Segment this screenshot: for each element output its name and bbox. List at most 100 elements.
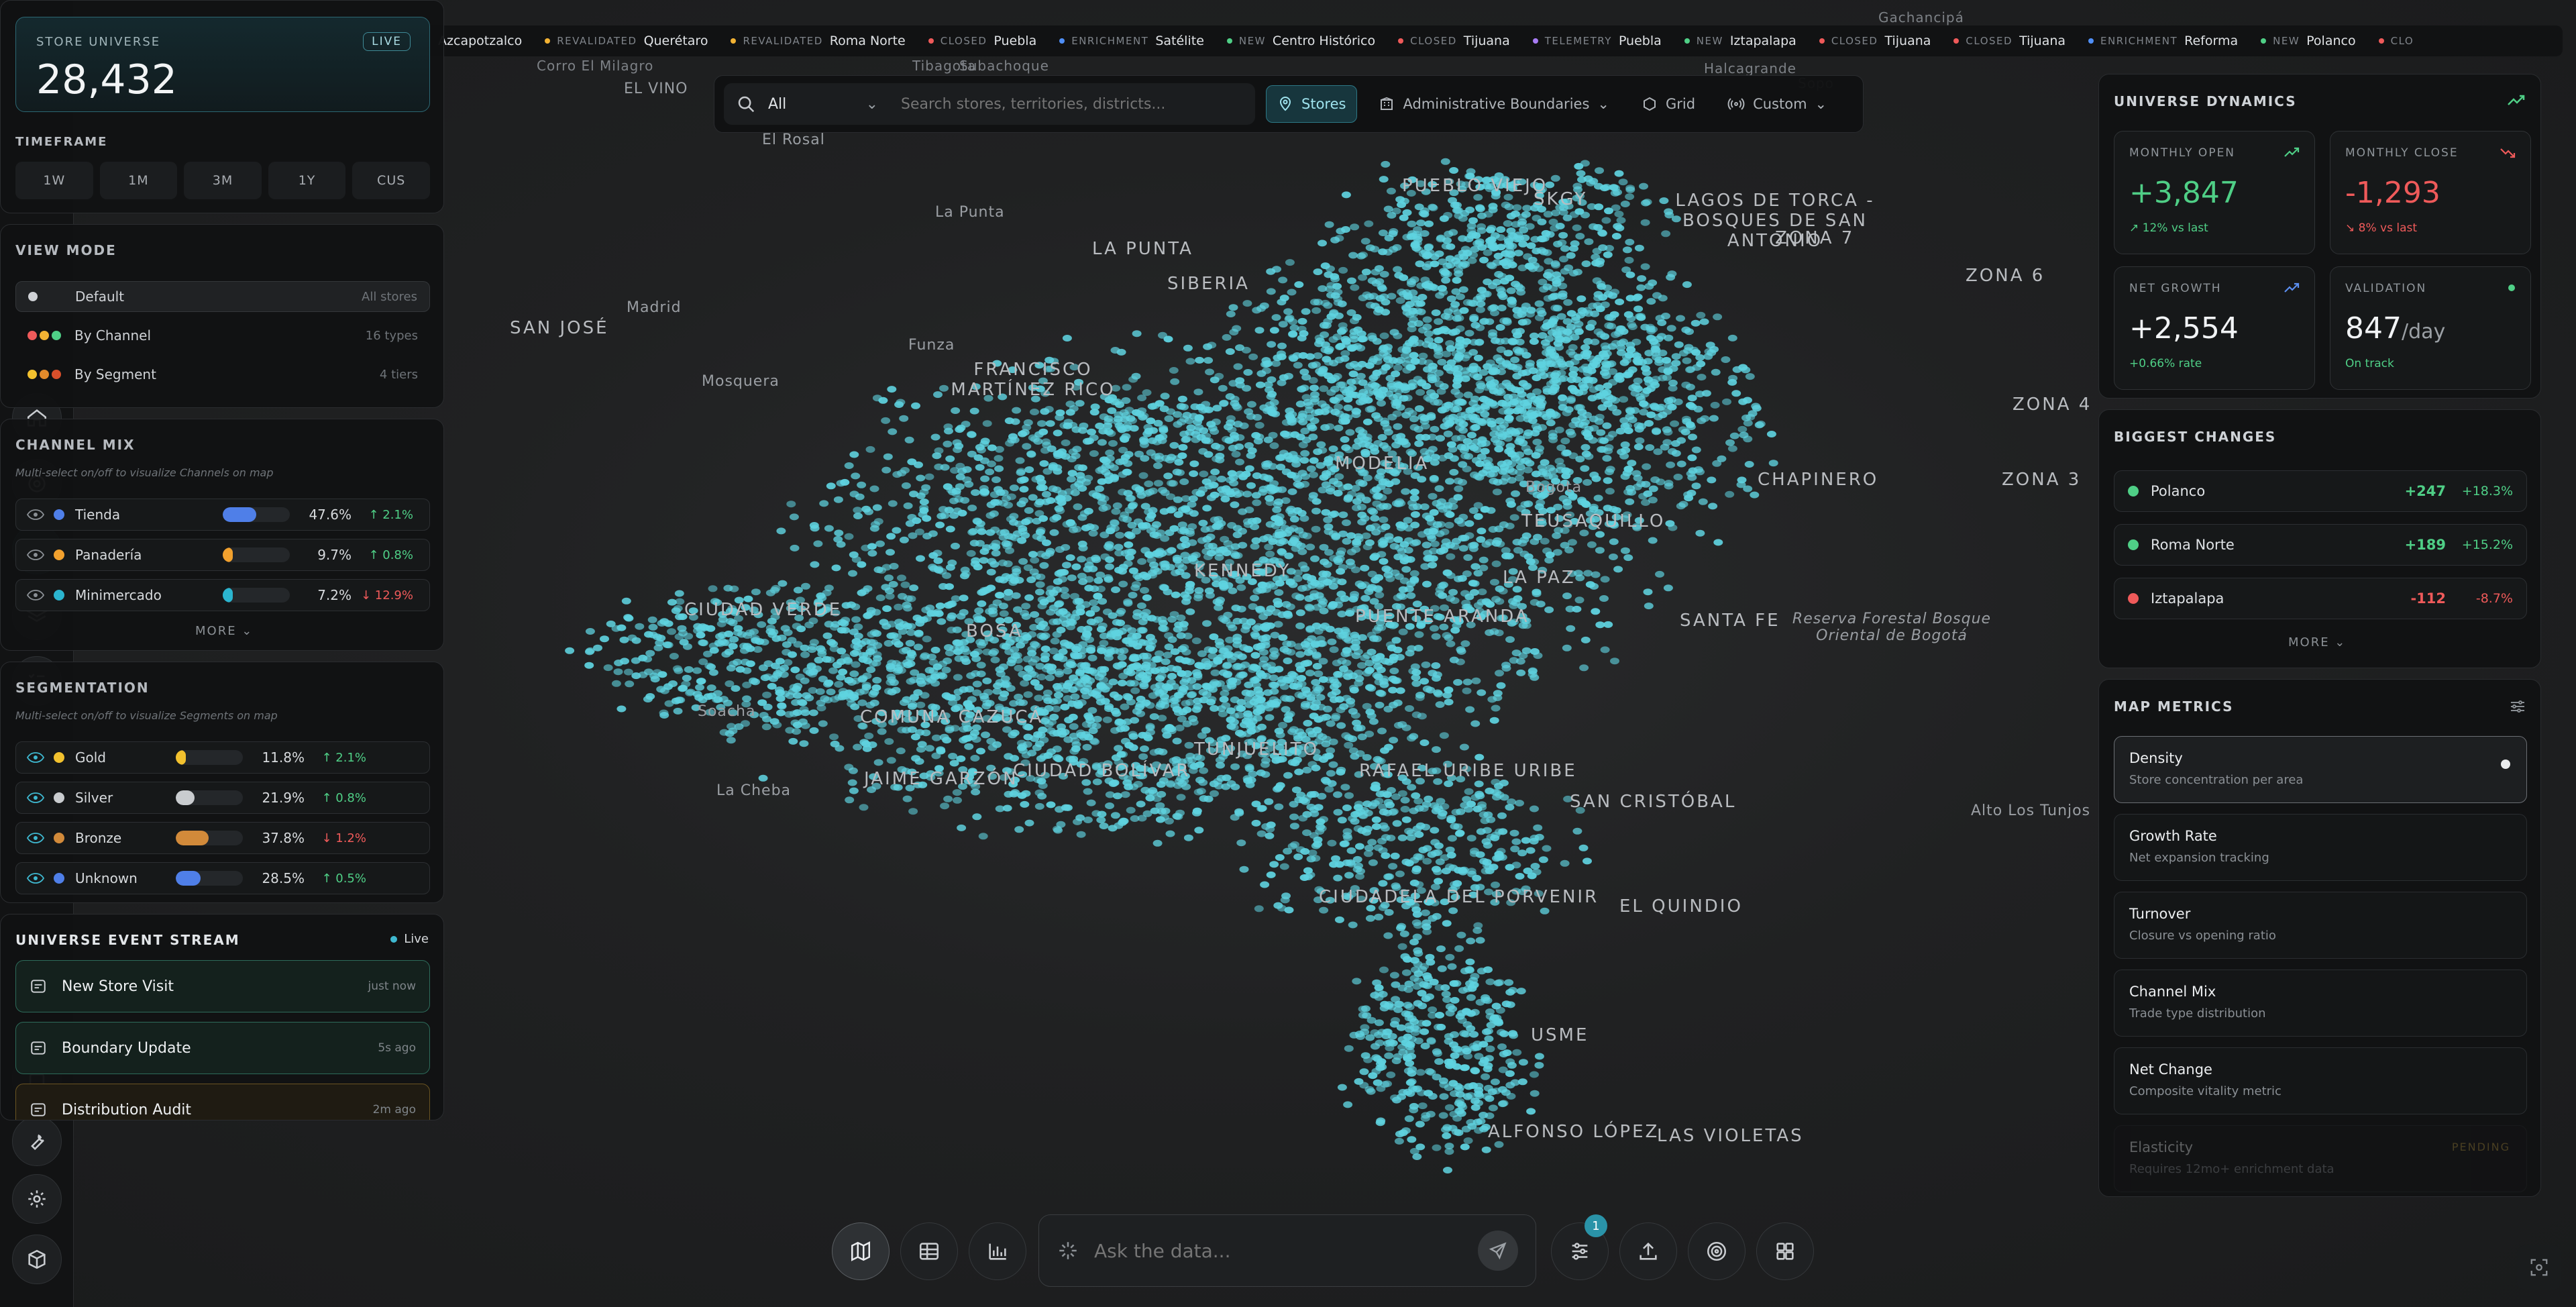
layer-stores-button[interactable]: Stores <box>1266 85 1358 123</box>
metric-description: Closure vs opening ratio <box>2129 929 2276 943</box>
event-item[interactable]: Distribution Audit 2m ago <box>15 1084 430 1120</box>
share-bar-fill <box>223 588 233 603</box>
eye-icon[interactable] <box>27 509 44 521</box>
view-mode-option[interactable]: Default All stores <box>15 281 430 312</box>
row-change: ↑ 0.5% <box>321 871 366 886</box>
map-place-label: PUEBLO VIEJO <box>1402 176 1548 196</box>
timeframe-1m[interactable]: 1M <box>99 162 178 199</box>
pending-badge: PENDING <box>2451 1141 2510 1153</box>
row-change: ↓ 1.2% <box>321 831 366 845</box>
ticker-item[interactable]: REVALIDATED Roma Norte <box>731 34 906 48</box>
change-row[interactable]: Roma Norte +189 +15.2% <box>2114 524 2527 566</box>
store-universe-value: 28,432 <box>36 56 177 103</box>
legend-dot <box>54 792 64 803</box>
search-scope-select[interactable]: All ⌄ <box>768 96 889 113</box>
capture-icon <box>2530 1259 2548 1276</box>
ticker-item[interactable]: TELEMETRY Puebla <box>1532 34 1662 48</box>
metric-option[interactable]: Growth Rate Net expansion tracking <box>2114 814 2527 881</box>
kpi-value: +2,554 <box>2129 311 2239 346</box>
ticker-item[interactable]: ENRICHMENT Reforma <box>2088 34 2238 48</box>
ticker-item[interactable]: NEW Iztapalapa <box>1684 34 1796 48</box>
view-mode-option[interactable]: By Segment 4 tiers <box>15 359 430 390</box>
eye-icon[interactable] <box>27 792 44 804</box>
search-input[interactable] <box>901 95 1243 113</box>
share-bar <box>223 507 290 522</box>
gear-icon[interactable] <box>12 1174 62 1224</box>
ticker-item[interactable]: NEW Polanco <box>2261 34 2356 48</box>
ticker-item[interactable]: ENRICHMENT Satélite <box>1059 34 1204 48</box>
change-row[interactable]: Polanco +247 +18.3% <box>2114 470 2527 512</box>
layer-custom-button[interactable]: Custom ⌄ <box>1717 85 1837 123</box>
event-name: New Store Visit <box>62 978 174 995</box>
send-button[interactable] <box>1478 1231 1518 1271</box>
biggest-changes-more-button[interactable]: MORE ⌄ <box>2288 635 2346 649</box>
ticker-item[interactable]: CLOSED Tijuana <box>1819 34 1931 48</box>
map-place-label: ZONA 7 <box>1775 228 1855 248</box>
ticker-item[interactable]: CLOSED Tijuana <box>1398 34 1510 48</box>
apps-grid-button[interactable] <box>1756 1222 1814 1280</box>
chart-view-button[interactable] <box>969 1222 1026 1280</box>
eye-icon[interactable] <box>27 549 44 561</box>
map-place-label: TEUSAQUILLO <box>1521 511 1666 531</box>
metric-option[interactable]: Density Store concentration per area <box>2114 736 2527 803</box>
segmentation-row[interactable]: Gold 11.8% ↑ 2.1% <box>15 741 430 774</box>
metric-option[interactable]: Elasticity Requires 12mo+ enrichment data… <box>2114 1125 2527 1192</box>
segmentation-row[interactable]: Unknown 28.5% ↑ 0.5% <box>15 862 430 894</box>
ticker-item[interactable]: CLOSED Puebla <box>928 34 1036 48</box>
kpi-unit: /day <box>2401 320 2446 344</box>
map-view-button[interactable] <box>832 1222 890 1280</box>
kpi-card[interactable]: MONTHLY OPEN +3,847 ↗ 12% vs last <box>2114 131 2315 254</box>
timeframe-1y[interactable]: 1Y <box>268 162 346 199</box>
segmentation-card: SEGMENTATION Multi-select on/off to visu… <box>0 662 444 903</box>
ticker-event-type: REVALIDATED <box>557 35 637 47</box>
ticker-event-type: CLOSED <box>940 35 987 47</box>
eye-icon[interactable] <box>27 589 44 601</box>
segmentation-row[interactable]: Silver 21.9% ↑ 0.8% <box>15 782 430 814</box>
screenshot-button[interactable] <box>2517 1245 2561 1290</box>
layer-grid-button[interactable]: Grid <box>1631 85 1706 123</box>
metric-option[interactable]: Turnover Closure vs opening ratio <box>2114 892 2527 959</box>
table-view-button[interactable] <box>900 1222 958 1280</box>
view-mode-option[interactable]: By Channel 16 types <box>15 320 430 351</box>
map-place-label: TUNJUELITO <box>1194 739 1319 760</box>
timeframe-custom[interactable]: CUS <box>352 162 430 199</box>
row-name: Unknown <box>75 870 138 886</box>
wrench-icon[interactable] <box>12 1116 62 1166</box>
timeframe-1w[interactable]: 1W <box>15 162 93 199</box>
sliders-icon[interactable] <box>2510 700 2526 713</box>
kpi-card[interactable]: MONTHLY CLOSE -1,293 ↘ 8% vs last <box>2330 131 2531 254</box>
row-percent: 47.6% <box>309 507 352 523</box>
eye-icon[interactable] <box>27 751 44 764</box>
kpi-card[interactable]: NET GROWTH +2,554 +0.66% rate <box>2114 266 2315 390</box>
map-place-label: LA PAZ <box>1503 568 1576 588</box>
color-swatch <box>40 370 49 379</box>
ticker-item[interactable]: CLO <box>2378 35 2414 47</box>
eye-icon[interactable] <box>27 832 44 844</box>
change-row[interactable]: Iztapalapa -112 -8.7% <box>2114 578 2527 619</box>
channel-mix-more-button[interactable]: MORE ⌄ <box>195 624 253 638</box>
channel-mix-row[interactable]: Tienda 47.6% ↑ 2.1% <box>15 499 430 531</box>
status-dot <box>1398 38 1404 44</box>
row-percent: 11.8% <box>262 749 305 766</box>
ticker-item[interactable]: NEW Centro Histórico <box>1226 34 1375 48</box>
ticker-item[interactable]: CLOSED Tijuana <box>1953 34 2065 48</box>
target-button[interactable] <box>1688 1222 1746 1280</box>
channel-mix-row[interactable]: Panadería 9.7% ↑ 0.8% <box>15 539 430 571</box>
segmentation-row[interactable]: Bronze 37.8% ↓ 1.2% <box>15 822 430 854</box>
status-dot-icon <box>2508 284 2515 291</box>
cube-icon[interactable] <box>12 1235 62 1284</box>
layer-boundaries-button[interactable]: Administrative Boundaries ⌄ <box>1368 85 1620 123</box>
metric-option[interactable]: Channel Mix Trade type distribution <box>2114 970 2527 1037</box>
ticker-item[interactable]: REVALIDATED Querétaro <box>545 34 708 48</box>
timeframe-3m[interactable]: 3M <box>184 162 262 199</box>
channel-mix-row[interactable]: Minimercado 7.2% ↓ 12.9% <box>15 579 430 611</box>
event-stream-status: Live <box>390 932 429 946</box>
event-item[interactable]: New Store Visit just now <box>15 960 430 1012</box>
map-place-label: ALFONSO LÓPEZ <box>1488 1122 1660 1142</box>
eye-icon[interactable] <box>27 872 44 884</box>
ask-data-input[interactable] <box>1094 1239 1478 1262</box>
export-button[interactable] <box>1619 1222 1677 1280</box>
kpi-card[interactable]: VALIDATION 847/day On track <box>2330 266 2531 390</box>
event-item[interactable]: Boundary Update 5s ago <box>15 1022 430 1074</box>
metric-option[interactable]: Net Change Composite vitality metric <box>2114 1047 2527 1114</box>
